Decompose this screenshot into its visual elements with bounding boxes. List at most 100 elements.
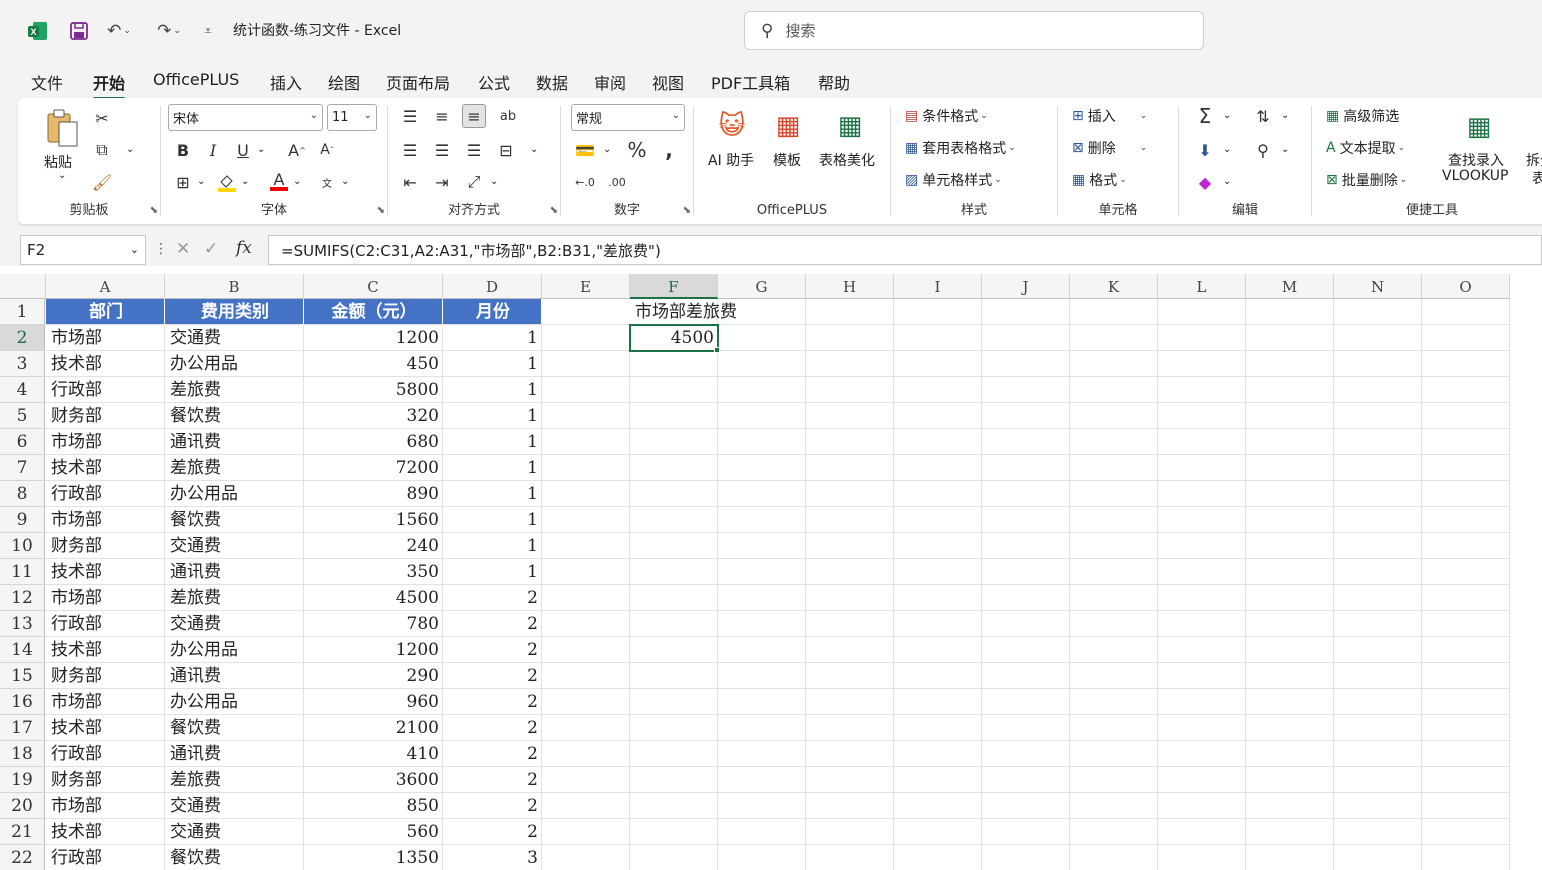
cell[interactable] [806,299,894,325]
phonetic-icon[interactable]: 文 [315,170,339,194]
find-select-icon[interactable]: ⚲ [1251,138,1275,162]
cell[interactable] [806,533,894,559]
data-cell[interactable]: 餐饮费 [165,715,304,741]
redo-icon[interactable]: ↷ ⌄ [150,19,188,43]
data-cell[interactable]: 市场部 [46,585,165,611]
tab-data[interactable]: 数据 [536,70,568,94]
table-beautify-button[interactable]: 表格美化 [819,150,875,170]
confirm-entry-icon[interactable]: ✓ [204,239,218,259]
worksheet-grid[interactable]: A B C D E F G H I J K L M N O 1 部门 费用类别 金额（元） 月份 市场部差旅费 2 市场部交… [0,274,1542,870]
cell[interactable] [542,767,630,793]
cell[interactable] [1158,819,1246,845]
label-cell-f1[interactable]: 市场部差旅费 [630,299,737,325]
cell[interactable] [1422,741,1510,767]
split-icon[interactable]: ▦ [1538,110,1542,144]
tab-review[interactable]: 审阅 [594,70,626,94]
data-cell[interactable]: 技术部 [46,559,165,585]
insert-function-icon[interactable]: fx [236,238,252,258]
fill-down-icon[interactable]: ⬇ [1193,138,1217,162]
cell[interactable] [1070,559,1158,585]
cell[interactable] [542,585,630,611]
cell[interactable] [1070,403,1158,429]
phonetic-dropdown-icon[interactable]: ⌄ [341,176,349,187]
fill-handle[interactable] [714,347,720,353]
cell[interactable] [1334,819,1422,845]
cell[interactable] [1158,611,1246,637]
cell[interactable] [1158,559,1246,585]
data-cell[interactable]: 1560 [304,507,443,533]
fill-color-icon[interactable] [215,170,239,194]
cell[interactable] [894,793,982,819]
cell[interactable] [630,481,718,507]
data-cell[interactable]: 1 [443,351,542,377]
cell[interactable] [1246,767,1334,793]
cell[interactable] [894,767,982,793]
row-header[interactable]: 17 [0,715,45,741]
data-cell[interactable]: 办公用品 [165,481,304,507]
data-cell[interactable]: 4500 [304,585,443,611]
data-cell[interactable]: 290 [304,663,443,689]
cell[interactable] [1334,533,1422,559]
format-cells-button[interactable]: ▦ 格式 ⌄ [1072,170,1127,190]
data-cell[interactable]: 1 [443,559,542,585]
cell[interactable] [1422,299,1510,325]
column-header-N[interactable]: N [1334,274,1422,299]
data-cell[interactable]: 7200 [304,455,443,481]
cell[interactable] [630,585,718,611]
cell[interactable] [630,507,718,533]
cell[interactable] [1334,351,1422,377]
row-header[interactable]: 19 [0,767,45,793]
autosum-icon[interactable]: Σ [1193,104,1217,128]
data-cell[interactable]: 560 [304,819,443,845]
cell[interactable] [894,481,982,507]
column-header-F[interactable]: F [630,274,718,299]
cell[interactable] [718,845,806,870]
cell[interactable] [542,637,630,663]
cell[interactable] [982,585,1070,611]
insert-cells-button[interactable]: ⊞ 插入 ⌄ [1072,106,1147,126]
cell[interactable] [806,377,894,403]
cell[interactable] [1070,715,1158,741]
cell[interactable] [1158,767,1246,793]
borders-icon[interactable]: ⊞ [171,170,195,194]
cell[interactable] [718,793,806,819]
data-cell[interactable]: 技术部 [46,637,165,663]
data-cell[interactable]: 2 [443,741,542,767]
template-button[interactable]: 模板 [773,150,801,170]
cell[interactable] [1158,741,1246,767]
template-icon[interactable]: ▦ [770,108,806,144]
undo-icon[interactable]: ↶ ⌄ [102,19,136,43]
cell[interactable] [1158,715,1246,741]
data-cell[interactable]: 1350 [304,845,443,870]
cell[interactable] [982,845,1070,870]
increase-font-icon[interactable]: A ^ [285,138,309,162]
alignment-launcher-icon[interactable]: ⬊ [550,205,558,216]
data-cell[interactable]: 差旅费 [165,585,304,611]
cell[interactable] [1334,559,1422,585]
cell[interactable] [1158,585,1246,611]
cell[interactable] [718,351,806,377]
cell[interactable] [806,637,894,663]
copy-dropdown-icon[interactable]: ⌄ [126,144,134,155]
cell[interactable] [1334,455,1422,481]
cell[interactable] [806,611,894,637]
cell[interactable] [718,819,806,845]
data-cell[interactable]: 行政部 [46,481,165,507]
cell[interactable] [982,741,1070,767]
cell[interactable] [630,663,718,689]
format-painter-icon[interactable]: 🖌 [90,170,114,194]
cell[interactable] [542,325,630,351]
tab-pdf-tools[interactable]: PDF工具箱 [711,70,790,94]
cell[interactable] [1246,325,1334,351]
data-cell[interactable]: 市场部 [46,507,165,533]
cell[interactable] [630,637,718,663]
decrease-indent-icon[interactable]: ⇤ [398,170,422,194]
cell[interactable] [1334,741,1422,767]
row-header[interactable]: 22 [0,845,45,870]
cell-styles-button[interactable]: ▨ 单元格样式 ⌄ [905,170,1002,190]
cell[interactable] [1158,533,1246,559]
cancel-entry-icon[interactable]: ✕ [176,239,190,259]
cell[interactable] [542,663,630,689]
data-cell[interactable]: 行政部 [46,377,165,403]
row-header[interactable]: 10 [0,533,45,559]
